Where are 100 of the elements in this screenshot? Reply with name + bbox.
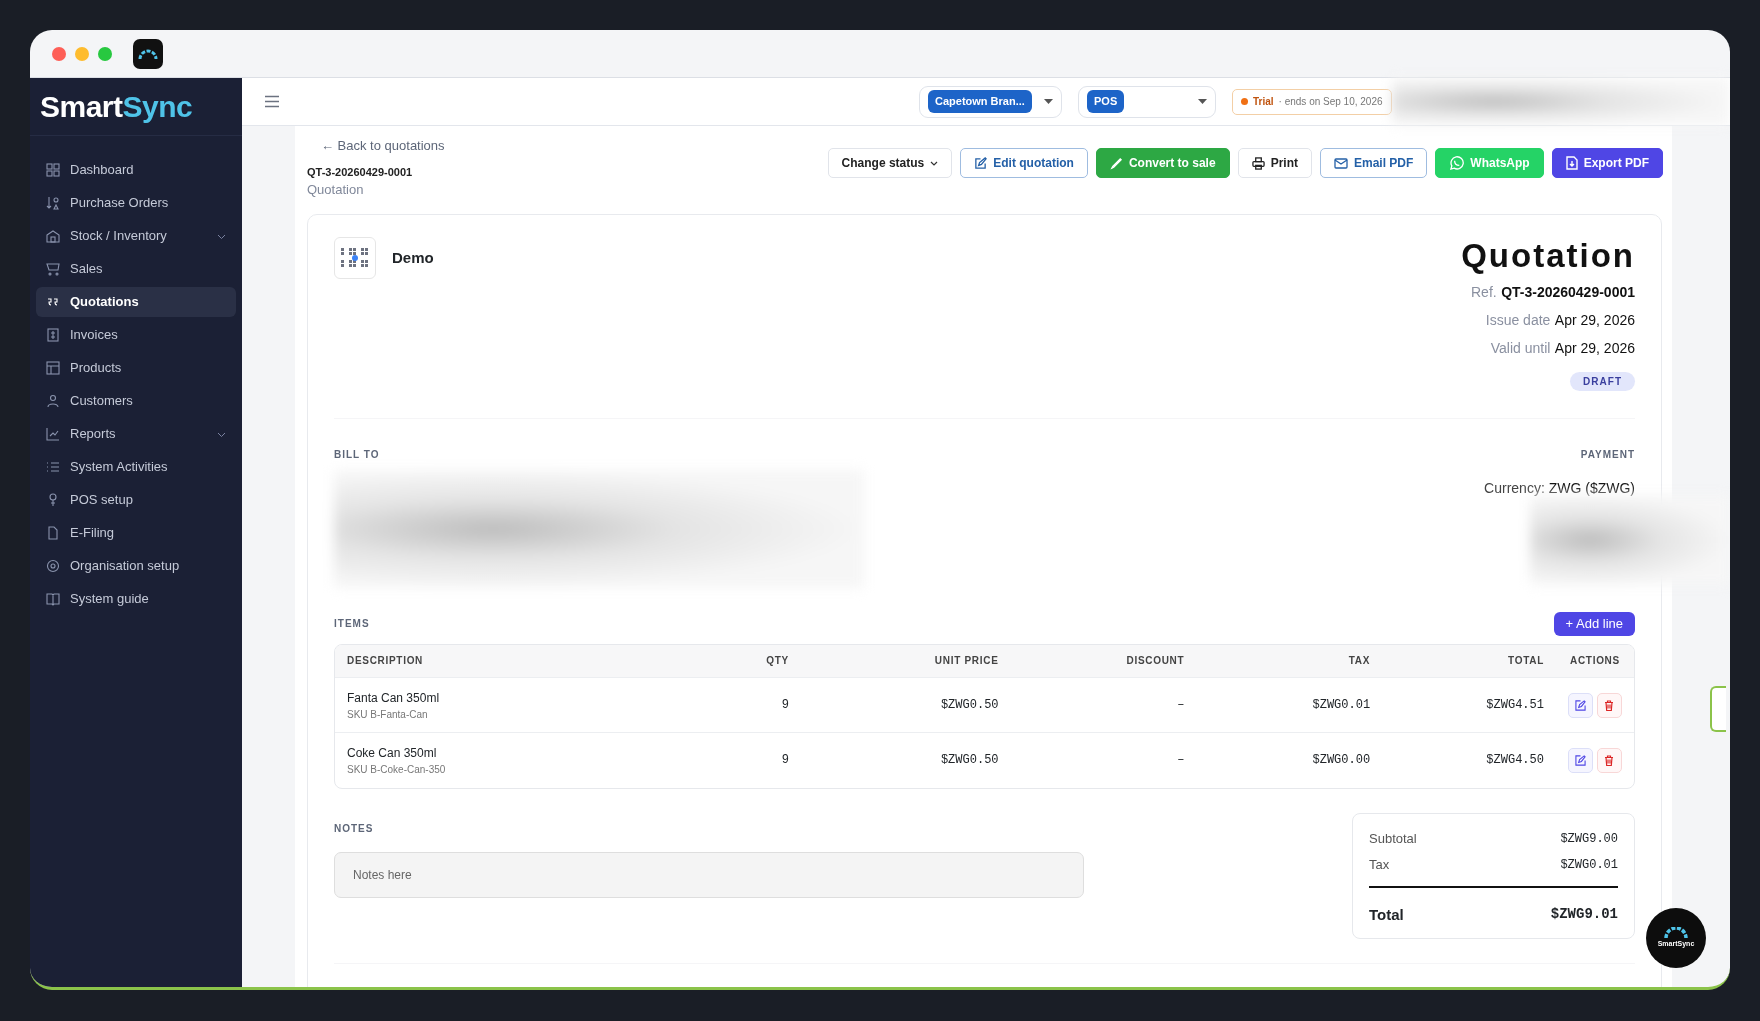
quotation-number: QT-3-20260429-0001	[307, 164, 414, 180]
sidebar-item[interactable]: Dashboard	[36, 155, 236, 185]
pen-icon	[1109, 156, 1123, 170]
person-icon	[46, 394, 60, 408]
table-cell: $ZWG0.50	[940, 753, 999, 768]
back-link[interactable]: ← Back to quotations	[321, 136, 445, 156]
section-label: PAYMENT	[1579, 447, 1635, 462]
meta-value: Apr 29, 2026	[1554, 339, 1635, 356]
sidebar-item[interactable]: Customers	[36, 386, 236, 416]
column-header: UNIT PRICE	[800, 644, 1011, 678]
qr-code-icon	[334, 236, 376, 279]
action-button[interactable]: Print	[1237, 148, 1312, 178]
download-icon	[1565, 156, 1578, 170]
item-name: Coke Can 350ml	[347, 744, 438, 762]
sidebar-item[interactable]: System Activities	[36, 452, 236, 482]
side-widget-icon[interactable]	[1710, 686, 1726, 732]
column-header: TOTAL	[1382, 644, 1556, 678]
notes-field[interactable]: Notes here	[334, 851, 1084, 898]
chevron-icon	[217, 431, 226, 438]
building-icon	[46, 229, 60, 243]
meta-label: Issue date	[1485, 311, 1551, 328]
status-badge: DRAFT	[1570, 371, 1635, 391]
close-dot[interactable]	[52, 46, 66, 61]
ref-value: QT-3-20260429-0001	[1501, 283, 1635, 300]
sidebar-item[interactable]: Invoices	[36, 320, 236, 350]
cart-icon	[46, 262, 60, 276]
item-sku: SKU B-Fanta-Can	[347, 707, 429, 722]
sidebar-item[interactable]: Reports	[36, 419, 236, 449]
envelope-icon	[1333, 157, 1348, 169]
trash-icon	[1604, 754, 1615, 766]
delete-button[interactable]	[1596, 747, 1622, 773]
sidebar-item[interactable]: System guide	[36, 584, 236, 614]
column-header: TAX	[1196, 644, 1383, 678]
document-title: Quotation	[1461, 238, 1635, 272]
table-cell: –	[1177, 698, 1185, 712]
action-button[interactable]: Edit quotation	[960, 148, 1088, 178]
sidebar-item[interactable]: Purchase Orders	[36, 188, 236, 218]
pencil-icon	[1574, 699, 1586, 711]
zoom-dot[interactable]	[98, 46, 112, 61]
sidebar-item[interactable]: Quotations	[36, 287, 236, 317]
summary-value: $ZWG9.00	[1560, 830, 1618, 848]
section-label: NOTES	[334, 821, 375, 836]
grid-icon	[46, 163, 60, 177]
summary-label: Subtotal	[1369, 829, 1417, 848]
file-icon	[46, 526, 60, 540]
page-subtitle: Quotation	[307, 181, 365, 199]
column-header: ACTIONS	[1555, 644, 1634, 678]
meta-value: Apr 29, 2026	[1554, 311, 1635, 328]
caret-icon	[930, 160, 939, 166]
section-label: ITEMS	[334, 617, 370, 631]
edit-button[interactable]	[1567, 692, 1593, 718]
edit-button[interactable]	[1567, 747, 1593, 773]
printer-icon	[1251, 156, 1265, 170]
column-header: DISCOUNT	[1010, 644, 1197, 678]
add-line-button[interactable]: + Add line	[1553, 611, 1635, 636]
sidebar-item[interactable]: POS setup	[36, 485, 236, 515]
action-button[interactable]: Export PDF	[1551, 148, 1663, 178]
logo: SmartSync	[40, 89, 193, 125]
item-name: Fanta Can 350ml	[347, 689, 441, 707]
meta-label: Valid until	[1490, 339, 1551, 356]
gear-icon	[46, 559, 60, 573]
total-label: Total	[1369, 904, 1404, 925]
book-icon	[46, 592, 60, 606]
chat-icon	[1449, 155, 1465, 171]
minimize-dot[interactable]	[75, 46, 89, 61]
action-button[interactable]: Email PDF	[1319, 148, 1428, 178]
trash-icon	[1604, 699, 1615, 711]
receipt-icon	[46, 328, 60, 342]
sidebar-item[interactable]: Stock / Inventory	[36, 221, 236, 251]
action-button[interactable]: Change status	[827, 148, 953, 178]
pencil-icon	[974, 156, 988, 170]
caret-icon	[1198, 99, 1207, 104]
pencil-icon	[1574, 754, 1586, 766]
chart-icon	[46, 427, 60, 441]
app-icon[interactable]	[133, 38, 163, 69]
quote-icon	[46, 295, 60, 309]
table-cell: 9	[781, 698, 789, 712]
menu-icon[interactable]	[264, 95, 280, 108]
sidebar-item[interactable]: Sales	[36, 254, 236, 284]
column-header: DESCRIPTION	[335, 644, 702, 678]
table-cell: $ZWG0.01	[1312, 698, 1371, 712]
sidebar-item[interactable]: Organisation setup	[36, 551, 236, 581]
table-cell: $ZWG0.00	[1312, 753, 1371, 768]
currency-label: Currency:	[1484, 479, 1545, 496]
section-label: BILL TO	[334, 447, 381, 462]
summary-value: $ZWG0.01	[1560, 856, 1618, 874]
register-select[interactable]: POS	[1078, 85, 1216, 118]
logo-icon	[1663, 926, 1689, 939]
sidebar-item[interactable]: Products	[36, 353, 236, 383]
table-icon	[46, 361, 60, 375]
company-name: Demo	[392, 247, 434, 268]
chevron-icon	[217, 233, 226, 240]
delete-button[interactable]	[1596, 692, 1622, 718]
currency-value: ZWG ($ZWG)	[1548, 479, 1635, 496]
total-value: $ZWG9.01	[1550, 905, 1618, 925]
table-cell: $ZWG4.51	[1486, 698, 1544, 712]
branch-select[interactable]: Capetown Bran...	[919, 85, 1062, 118]
caret-icon	[1044, 99, 1053, 104]
list-icon	[46, 460, 60, 474]
sidebar-item[interactable]: E-Filing	[36, 518, 236, 548]
